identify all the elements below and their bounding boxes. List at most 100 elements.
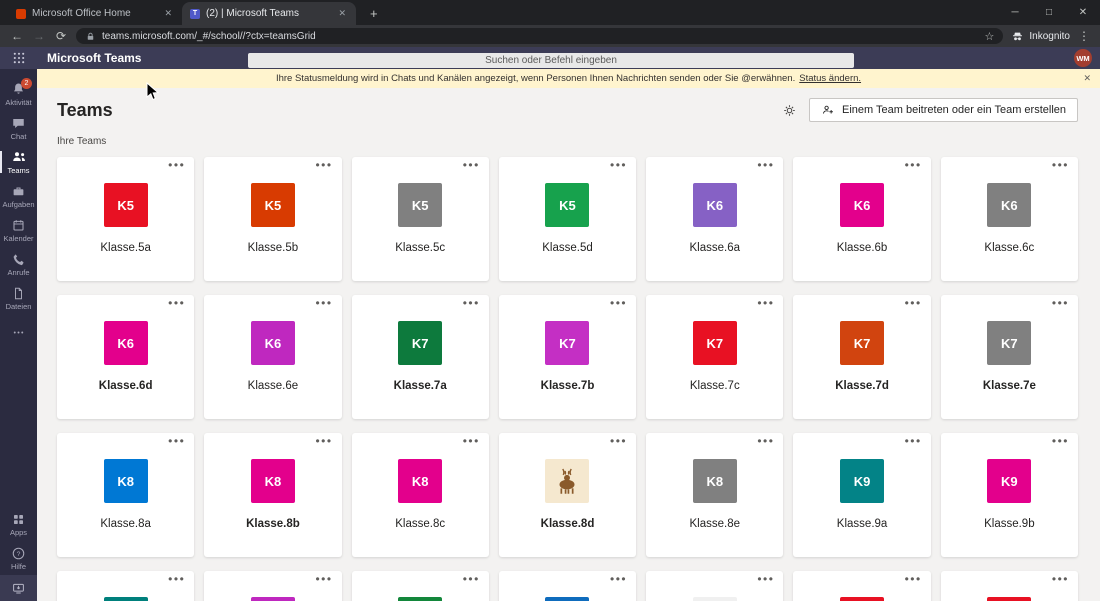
more-options-icon[interactable]: ••• — [610, 158, 627, 172]
team-tile: K7 — [840, 321, 884, 365]
team-card-partial-2[interactable]: ••• — [352, 571, 489, 601]
join-or-create-team-button[interactable]: Einem Team beitreten oder ein Team erste… — [809, 98, 1078, 122]
tab-close-icon[interactable]: ✕ — [162, 7, 174, 20]
more-options-icon[interactable]: ••• — [905, 434, 922, 448]
team-card-Klasse.8e[interactable]: •••K8Klasse.8e — [646, 433, 783, 557]
more-options-icon[interactable]: ••• — [168, 296, 185, 310]
sidebar-item-hilfe[interactable]: ?Hilfe — [0, 541, 37, 575]
more-options-icon[interactable]: ••• — [315, 158, 332, 172]
sidebar-item-more[interactable] — [0, 315, 37, 349]
team-card-Klasse.8b[interactable]: •••K8Klasse.8b — [204, 433, 341, 557]
team-card-Klasse.5a[interactable]: •••K5Klasse.5a — [57, 157, 194, 281]
more-options-icon[interactable]: ••• — [463, 572, 480, 586]
team-card-Klasse.6b[interactable]: •••K6Klasse.6b — [793, 157, 930, 281]
browser-tab-1[interactable]: T(2) | Microsoft Teams✕ — [182, 2, 356, 25]
sidebar-item-aufgaben[interactable]: Aufgaben — [0, 179, 37, 213]
app-launcher-icon[interactable] — [0, 51, 37, 65]
team-card-Klasse.5b[interactable]: •••K5Klasse.5b — [204, 157, 341, 281]
sidebar-item-chat[interactable]: Chat — [0, 111, 37, 145]
more-options-icon[interactable]: ••• — [610, 572, 627, 586]
team-card-Klasse.5d[interactable]: ••• K5 Klasse.5d — [499, 157, 636, 281]
team-card-partial-4[interactable]: ••• — [646, 571, 783, 601]
tab-close-icon[interactable]: ✕ — [336, 7, 348, 20]
more-options-icon[interactable]: ••• — [463, 158, 480, 172]
team-card-Klasse.7e[interactable]: •••K7Klasse.7e — [941, 295, 1078, 419]
team-card-Klasse.6a[interactable]: •••K6Klasse.6a — [646, 157, 783, 281]
sidebar-item-kalender[interactable]: Kalender — [0, 213, 37, 247]
manage-teams-gear-icon[interactable] — [782, 103, 797, 118]
minimize-icon[interactable]: ─ — [998, 0, 1032, 25]
team-tile: K8 — [398, 459, 442, 503]
team-card-Klasse.8d[interactable]: •••Klasse.8d — [499, 433, 636, 557]
bookmark-star-icon[interactable]: ☆ — [985, 30, 995, 43]
team-card-partial-3[interactable]: ••• — [499, 571, 636, 601]
more-options-icon[interactable]: ••• — [905, 158, 922, 172]
team-card-Klasse.7c[interactable]: •••K7Klasse.7c — [646, 295, 783, 419]
more-options-icon[interactable]: ••• — [1052, 434, 1069, 448]
team-card-partial-5[interactable]: ••• — [793, 571, 930, 601]
more-options-icon[interactable]: ••• — [315, 434, 332, 448]
team-card-Klasse.9b[interactable]: •••K9Klasse.9b — [941, 433, 1078, 557]
sidebar-item-dateien[interactable]: Dateien — [0, 281, 37, 315]
more-options-icon[interactable]: ••• — [315, 296, 332, 310]
team-card-partial-1[interactable]: ••• — [204, 571, 341, 601]
more-options-icon[interactable]: ••• — [168, 158, 185, 172]
calendar-icon — [11, 218, 26, 233]
team-card-Klasse.7a[interactable]: •••K7Klasse.7a — [352, 295, 489, 419]
team-tile: K8 — [693, 459, 737, 503]
more-options-icon[interactable]: ••• — [1052, 572, 1069, 586]
team-card-Klasse.7d[interactable]: •••K7Klasse.7d — [793, 295, 930, 419]
team-card-Klasse.9a[interactable]: •••K9Klasse.9a — [793, 433, 930, 557]
search-input[interactable] — [248, 53, 854, 68]
more-options-icon[interactable]: ••• — [905, 572, 922, 586]
more-options-icon[interactable]: ••• — [168, 572, 185, 586]
team-name: Klasse.7b — [541, 380, 595, 392]
maximize-icon[interactable]: □ — [1032, 0, 1066, 25]
more-options-icon[interactable]: ••• — [757, 572, 774, 586]
download-desktop-app-button[interactable] — [0, 575, 37, 601]
team-card-Klasse.6e[interactable]: •••K6Klasse.6e — [204, 295, 341, 419]
office-favicon-icon — [16, 9, 26, 19]
more-options-icon[interactable]: ••• — [757, 434, 774, 448]
change-status-link[interactable]: Status ändern. — [799, 73, 861, 84]
more-options-icon[interactable]: ••• — [1052, 296, 1069, 310]
sidebar-item-teams[interactable]: Teams — [0, 145, 37, 179]
sidebar-item-anrufe[interactable]: Anrufe — [0, 247, 37, 281]
back-icon[interactable]: ← — [10, 29, 24, 43]
more-options-icon[interactable]: ••• — [610, 434, 627, 448]
avatar[interactable]: WM — [1074, 49, 1092, 67]
new-tab-button[interactable]: + — [366, 2, 382, 25]
team-card-Klasse.6c[interactable]: •••K6Klasse.6c — [941, 157, 1078, 281]
incognito-badge: Inkognito — [1011, 30, 1070, 43]
team-card-Klasse.6d[interactable]: •••K6Klasse.6d — [57, 295, 194, 419]
tabs-container: Microsoft Office Home✕T(2) | Microsoft T… — [0, 0, 356, 25]
more-options-icon[interactable]: ••• — [757, 158, 774, 172]
team-card-Klasse.8a[interactable]: •••K8Klasse.8a — [57, 433, 194, 557]
sidebar-item-aktivitt[interactable]: Aktivität2 — [0, 77, 37, 111]
more-options-icon[interactable]: ••• — [168, 434, 185, 448]
more-options-icon[interactable]: ••• — [463, 296, 480, 310]
team-card-Klasse.8c[interactable]: •••K8Klasse.8c — [352, 433, 489, 557]
browser-menu-icon[interactable]: ⋮ — [1078, 29, 1090, 43]
forward-icon[interactable]: → — [32, 29, 46, 43]
browser-tab-0[interactable]: Microsoft Office Home✕ — [8, 2, 182, 25]
close-window-icon[interactable]: ✕ — [1066, 0, 1100, 25]
more-options-icon[interactable]: ••• — [757, 296, 774, 310]
banner-close-icon[interactable]: ✕ — [1083, 73, 1091, 84]
team-card-Klasse.7b[interactable]: •••K7Klasse.7b — [499, 295, 636, 419]
refresh-icon[interactable]: ⟳ — [54, 29, 68, 43]
more-options-icon[interactable]: ••• — [315, 572, 332, 586]
team-card-partial-6[interactable]: ••• — [941, 571, 1078, 601]
team-card-Klasse.5c[interactable]: •••K5Klasse.5c — [352, 157, 489, 281]
team-name: Klasse.8b — [246, 518, 300, 530]
team-card-partial-0[interactable]: ••• — [57, 571, 194, 601]
more-options-icon[interactable]: ••• — [610, 296, 627, 310]
team-name: Klasse.5d — [542, 242, 593, 254]
more-options-icon[interactable]: ••• — [1052, 158, 1069, 172]
url-bar[interactable]: teams.microsoft.com/_#/school//?ctx=team… — [76, 28, 1003, 44]
more-options-icon[interactable]: ••• — [463, 434, 480, 448]
team-tile: K5 — [398, 183, 442, 227]
sidebar-item-apps[interactable]: Apps — [0, 507, 37, 541]
team-tile: K5 — [545, 183, 589, 227]
more-options-icon[interactable]: ••• — [905, 296, 922, 310]
